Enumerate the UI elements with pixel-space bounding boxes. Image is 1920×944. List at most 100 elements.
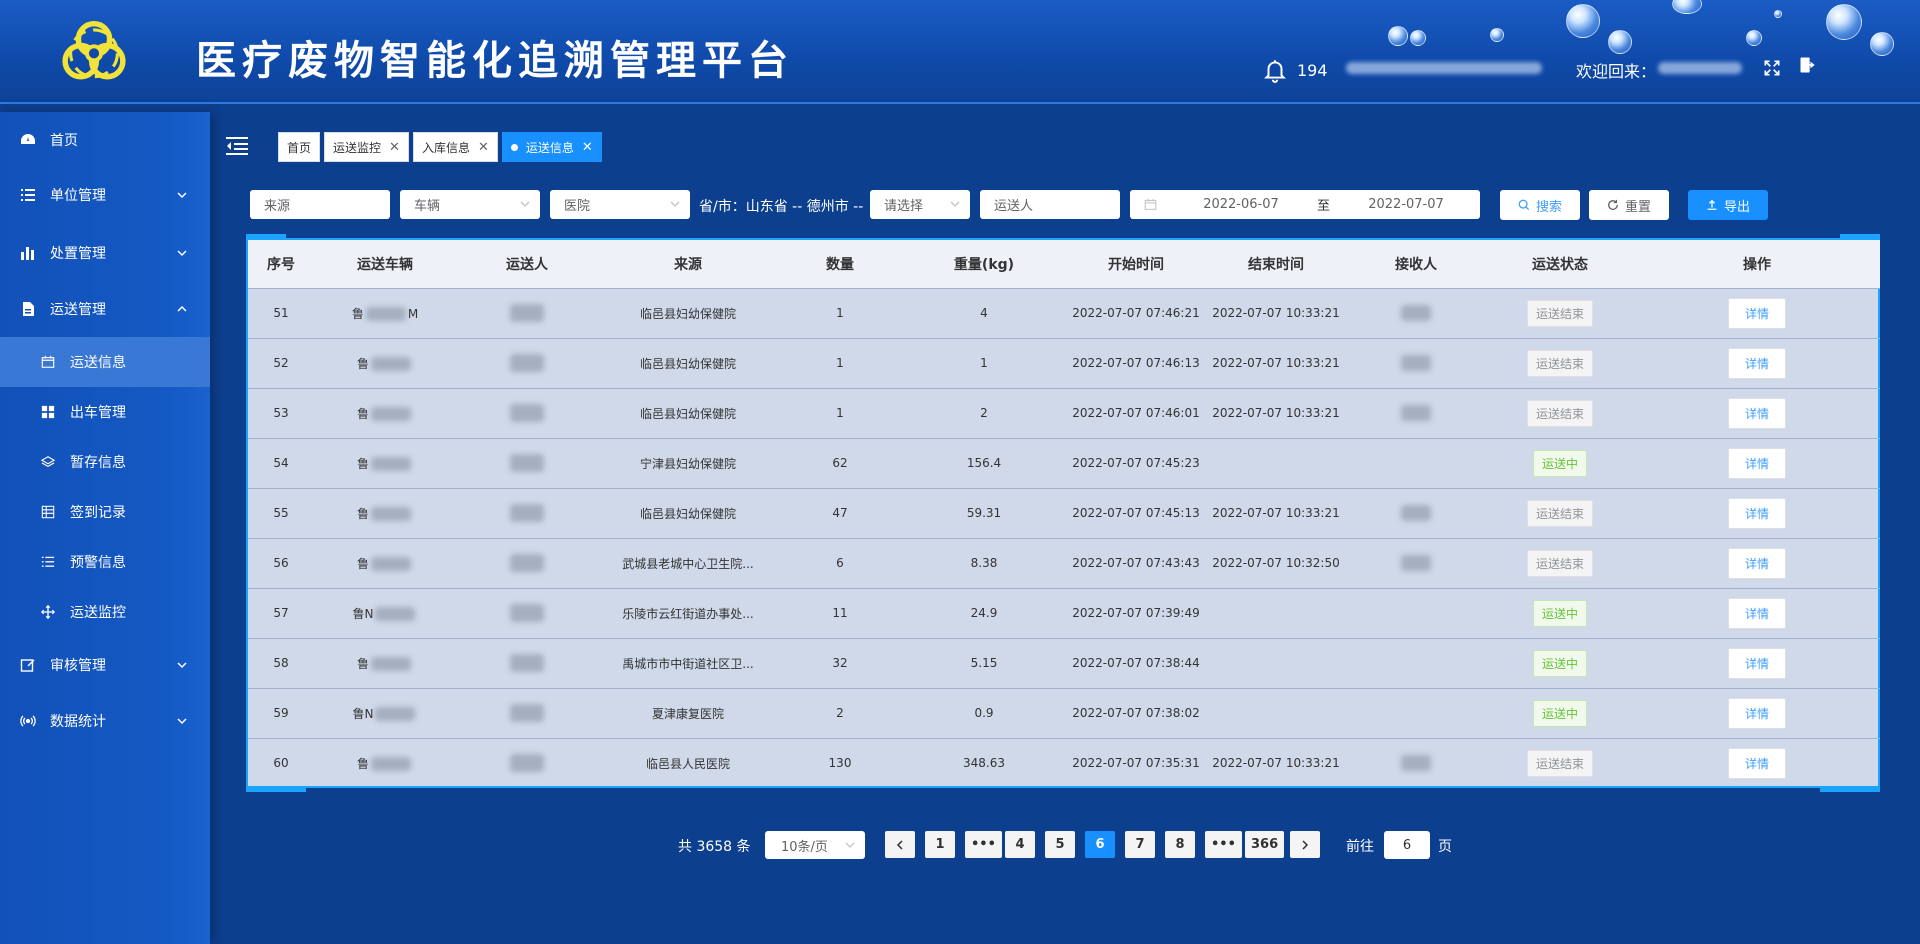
page-size-select[interactable]: 10条/页: [765, 831, 865, 859]
fullscreen-icon[interactable]: [1762, 58, 1782, 78]
tab-storage-info[interactable]: 入库信息 ✕: [412, 132, 498, 162]
detail-button[interactable]: 详情: [1727, 547, 1786, 579]
quantity: 6: [836, 556, 844, 570]
detail-button[interactable]: 详情: [1727, 647, 1786, 679]
table-row[interactable]: 55 鲁 临邑县妇幼保健院 47 59.31 2022-07-07 07:45:13 202…: [248, 488, 1880, 538]
column-header: 数量: [826, 256, 854, 273]
search-button[interactable]: 搜索: [1500, 190, 1580, 220]
close-icon[interactable]: ✕: [478, 140, 489, 155]
page-number[interactable]: 1: [925, 831, 955, 858]
goto-page-input[interactable]: 6: [1384, 831, 1430, 859]
sidebar-item-data-statistics[interactable]: 数据统计: [0, 696, 210, 746]
tab-label: 首页: [287, 140, 312, 155]
sidebar-item-disposal-management[interactable]: 处置管理: [0, 228, 210, 278]
source-placeholder: 来源: [264, 199, 291, 214]
quantity: 47: [832, 506, 848, 520]
prev-page-button[interactable]: [885, 831, 915, 858]
date-start[interactable]: 2022-06-07: [1191, 197, 1291, 212]
sidebar-item-warning-info[interactable]: 预警信息: [0, 537, 210, 587]
biohazard-logo-icon: [62, 20, 126, 80]
end-time: 2022-07-07 10:33:21: [1212, 356, 1340, 370]
calendar-icon: [1144, 198, 1157, 210]
bar-chart-icon: [20, 245, 36, 261]
tab-transport-info[interactable]: 运送信息 ✕: [501, 132, 602, 162]
quantity: 1: [836, 306, 844, 320]
detail-button[interactable]: 详情: [1727, 697, 1786, 729]
redacted-receiver: [1401, 305, 1431, 321]
table-row[interactable]: 57 鲁N 乐陵市云红街道办事处... 11 24.9 2022-07-07 07:39:…: [248, 588, 1880, 638]
page-number[interactable]: 6: [1085, 831, 1115, 858]
sidebar-item-transport-monitoring[interactable]: 运送监控: [0, 587, 210, 637]
start-time: 2022-07-07 07:39:49: [1072, 606, 1200, 620]
sidebar-item-storage-info[interactable]: 暂存信息: [0, 437, 210, 487]
logout-icon[interactable]: [1798, 55, 1818, 75]
detail-button[interactable]: 详情: [1727, 297, 1786, 329]
redacted-user-name: [1658, 62, 1742, 74]
page-number[interactable]: 366: [1245, 831, 1285, 858]
sidebar-item-transport-info[interactable]: 运送信息: [0, 337, 210, 387]
collapse-menu-icon[interactable]: [226, 136, 248, 156]
table-row[interactable]: 53 鲁 临邑县妇幼保健院 1 2 2022-07-07 07:46:01 2022-07-…: [248, 388, 1880, 438]
column-header: 重量(kg): [953, 256, 1015, 273]
export-button[interactable]: 导出: [1688, 190, 1768, 220]
source-name: 临邑县妇幼保健院: [639, 306, 736, 321]
page-number[interactable]: 8: [1165, 831, 1195, 858]
page-number[interactable]: 7: [1125, 831, 1155, 858]
detail-button[interactable]: 详情: [1727, 397, 1786, 429]
table-row[interactable]: 60 鲁 临邑县人民医院 130 348.63 2022-07-07 07:35:31 20…: [248, 738, 1880, 788]
table-row[interactable]: 54 鲁 宁津县妇幼保健院 62 156.4 2022-07-07 07:45:23 运送中…: [248, 438, 1880, 488]
vehicle-plate: 鲁: [356, 556, 369, 571]
bell-icon[interactable]: [1262, 56, 1288, 84]
close-icon[interactable]: ✕: [582, 140, 593, 155]
page-ellipsis[interactable]: •••: [1205, 831, 1242, 858]
transporter-input[interactable]: 运送人: [980, 190, 1120, 219]
table-row[interactable]: 59 鲁N 夏津康复医院 2 0.9 2022-07-07 07:38:02 运送中 详情: [248, 688, 1880, 738]
quantity: 32: [832, 656, 848, 670]
weight: 24.9: [970, 606, 998, 620]
reset-button[interactable]: 重置: [1589, 190, 1669, 220]
sidebar-item-home[interactable]: 首页: [0, 115, 210, 165]
page-ellipsis[interactable]: •••: [965, 831, 1002, 858]
detail-button[interactable]: 详情: [1727, 347, 1786, 379]
source-input[interactable]: 来源: [250, 190, 390, 219]
hospital-select[interactable]: 医院: [550, 190, 690, 219]
sidebar-item-dispatch-management[interactable]: 出车管理: [0, 387, 210, 437]
table-row[interactable]: 51 鲁 M 临邑县妇幼保健院 1 4 2022-07-07 07:46:21 2022-07…: [248, 288, 1880, 338]
sidebar-item-audit-management[interactable]: 审核管理: [0, 640, 210, 690]
sidebar-item-transport-management[interactable]: 运送管理: [0, 284, 210, 334]
vehicle-select[interactable]: 车辆: [400, 190, 540, 219]
status-badge: 运送结束: [1526, 549, 1593, 577]
detail-button[interactable]: 详情: [1727, 447, 1786, 479]
redacted-receiver: [1401, 555, 1431, 571]
edit-icon: [20, 657, 36, 673]
sidebar-item-unit-management[interactable]: 单位管理: [0, 170, 210, 220]
page-number[interactable]: 4: [1005, 831, 1035, 858]
tab-home[interactable]: 首页: [278, 132, 321, 162]
list-icon: [20, 187, 36, 203]
chevron-right-icon: [1302, 839, 1309, 850]
column-header: 运送车辆: [357, 256, 413, 273]
close-icon[interactable]: ✕: [389, 140, 400, 155]
weight: 348.63: [963, 756, 1005, 771]
detail-button[interactable]: 详情: [1727, 597, 1786, 629]
table-row[interactable]: 52 鲁 临邑县妇幼保健院 1 1 2022-07-07 07:46:13 2022-07-…: [248, 338, 1880, 388]
date-range-picker[interactable]: 2022-06-07 至 2022-07-07: [1130, 190, 1480, 219]
tab-label: 运送监控: [333, 140, 382, 155]
sidebar-item-checkin-records[interactable]: 签到记录: [0, 487, 210, 537]
weight: 8.38: [970, 556, 998, 570]
page-size-value: 10条/页: [781, 839, 828, 855]
district-select[interactable]: 请选择: [870, 190, 970, 219]
table-row[interactable]: 58 鲁 禹城市市中街道社区卫... 32 5.15 2022-07-07 07:38:4…: [248, 638, 1880, 688]
page-number[interactable]: 5: [1045, 831, 1075, 858]
sidebar-item-label: 暂存信息: [70, 455, 126, 471]
tab-transport-monitoring[interactable]: 运送监控 ✕: [324, 132, 409, 162]
vehicle-plate: 鲁: [356, 456, 369, 471]
table-row[interactable]: 56 鲁 武城县老城中心卫生院... 6 8.38 2022-07-07 07:43:43…: [248, 538, 1880, 588]
next-page-button[interactable]: [1290, 831, 1320, 858]
data-table: 序号 运送车辆 运送人 来源 数量 重量(kg) 开始时间 结束时间 接收人 运送状态 操作 51 鲁…: [248, 240, 1880, 788]
sidebar-item-label: 签到记录: [70, 505, 126, 521]
district-placeholder: 请选择: [884, 199, 924, 214]
date-end[interactable]: 2022-07-07: [1356, 197, 1456, 212]
detail-button[interactable]: 详情: [1727, 747, 1786, 779]
detail-button[interactable]: 详情: [1727, 497, 1786, 529]
